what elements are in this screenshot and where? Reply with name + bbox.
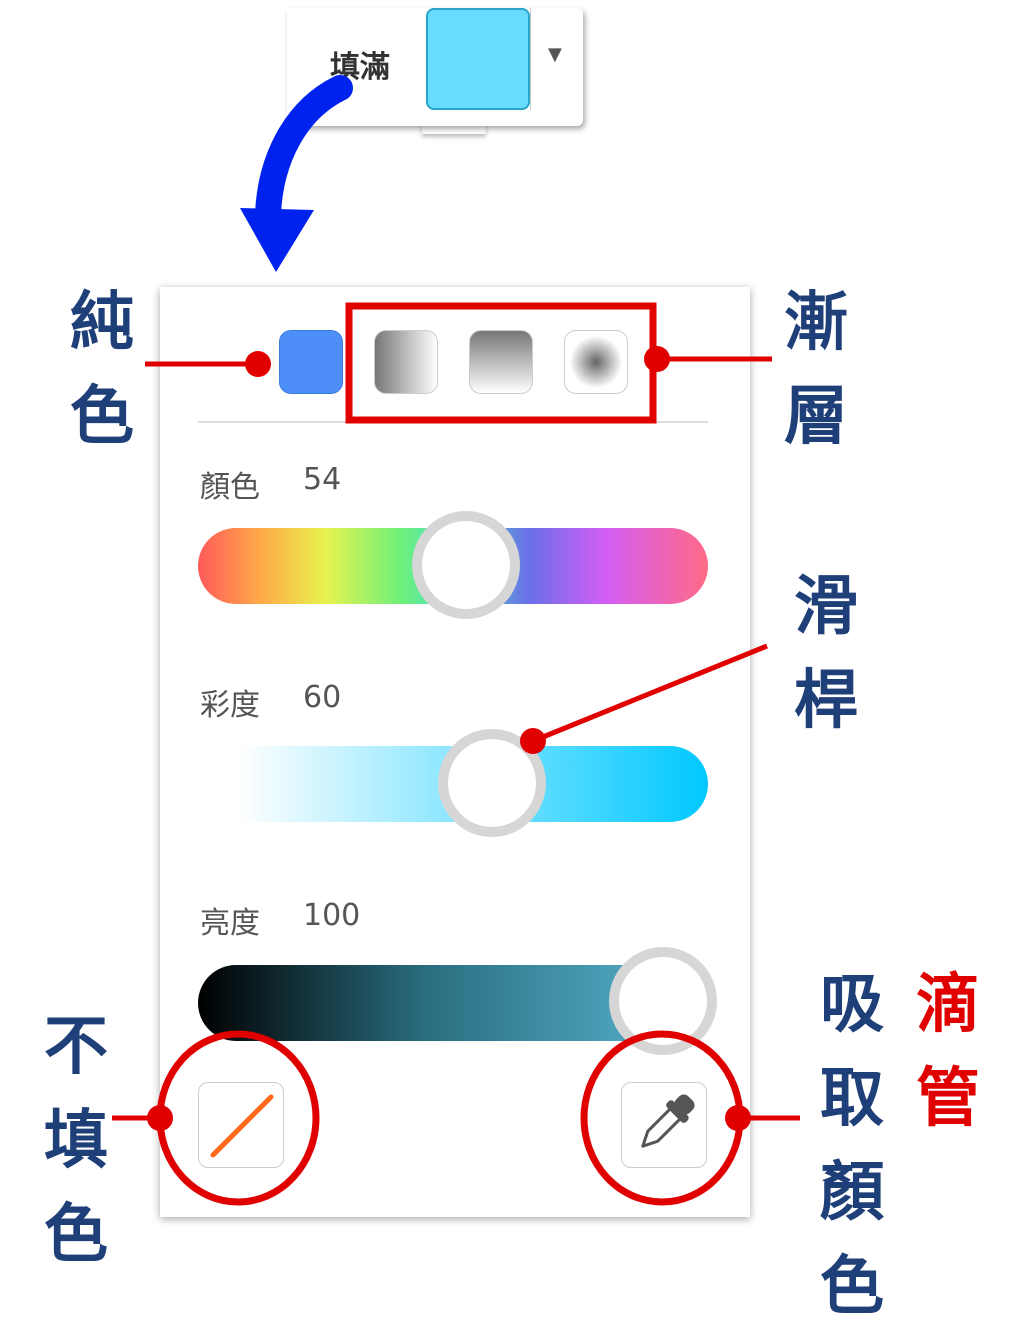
- gradient-callout-text: 漸層: [784, 285, 848, 454]
- blue-arrowhead-icon: [240, 208, 314, 272]
- solid-callout-text: 純色: [70, 285, 134, 454]
- blue-arrow-icon: [255, 75, 353, 228]
- slider-callout-dot: [520, 728, 546, 754]
- no-fill-highlight-circle: [156, 1030, 320, 1206]
- slider-callout-text: 滑桿: [794, 569, 858, 738]
- no-fill-callout-dot: [147, 1105, 173, 1131]
- gradient-highlight-box: [345, 302, 657, 424]
- eyedropper-callout-text: 滴管: [916, 967, 980, 1136]
- no-fill-callout-text: 不填色: [44, 1009, 108, 1272]
- pick-color-callout-text: 吸取顏色: [820, 967, 884, 1324]
- eyedropper-callout-dot: [725, 1105, 751, 1131]
- solid-callout-dot: [245, 351, 271, 377]
- slider-callout-line: [532, 643, 768, 744]
- gradient-callout-dot: [644, 346, 670, 372]
- eyedropper-highlight-circle: [580, 1030, 744, 1206]
